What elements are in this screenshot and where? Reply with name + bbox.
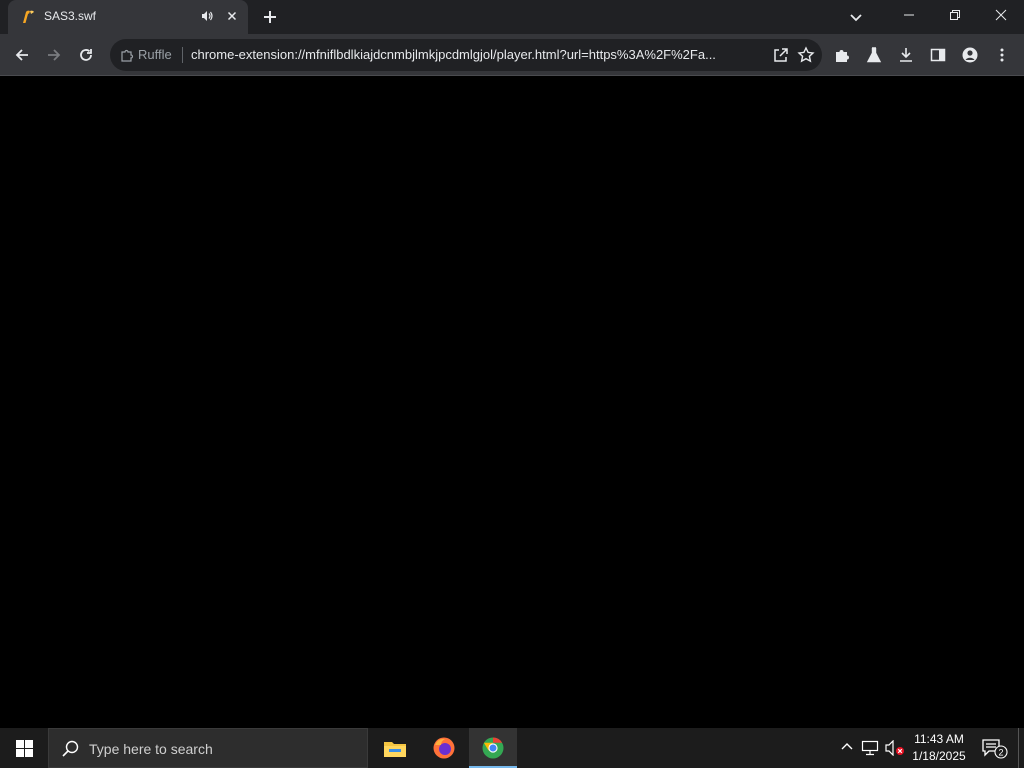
close-icon	[995, 9, 1007, 21]
tab-strip: SAS3.swf	[0, 0, 1024, 34]
profile-icon	[962, 47, 978, 63]
plus-icon	[264, 11, 276, 23]
extensions-button[interactable]	[828, 41, 856, 69]
download-button[interactable]	[892, 41, 920, 69]
extensions-icon	[836, 50, 849, 62]
file-explorer-icon	[384, 742, 406, 757]
menu-button[interactable]	[988, 41, 1016, 69]
forward-button[interactable]	[40, 41, 68, 69]
minimize-button[interactable]	[886, 0, 932, 30]
reload-button[interactable]	[72, 41, 100, 69]
search-placeholder: Type here to search	[89, 741, 213, 757]
chevron-up-icon	[841, 743, 853, 750]
back-arrow-icon	[15, 49, 28, 61]
notification-count: 2	[998, 748, 1003, 758]
windows-logo-icon	[16, 740, 33, 757]
firefox-button[interactable]	[420, 728, 468, 768]
file-explorer-button[interactable]	[371, 728, 419, 768]
clock[interactable]: 11:43 AM 1/18/2025	[906, 731, 972, 765]
minimize-icon	[904, 14, 914, 16]
address-bar[interactable]: Ruffle chrome-extension://mfniflbdlkiajd…	[110, 39, 822, 71]
star-icon[interactable]	[797, 46, 815, 69]
notification-icon: 2	[982, 739, 1008, 759]
labs-button[interactable]	[860, 41, 888, 69]
close-window-button[interactable]	[978, 0, 1024, 30]
side-panel-icon	[930, 48, 946, 62]
speaker-playing-icon[interactable]	[200, 9, 214, 23]
restore-icon	[950, 10, 960, 20]
search-icon	[62, 740, 79, 757]
site-chip-label[interactable]: Ruffle	[138, 47, 172, 62]
taskbar-search-box[interactable]: Type here to search	[48, 728, 368, 768]
show-hidden-icons-button[interactable]	[838, 728, 856, 768]
network-button[interactable]	[860, 728, 880, 768]
omnibox-divider	[182, 47, 183, 63]
clock-time: 11:43 AM	[914, 732, 964, 746]
start-button[interactable]	[0, 728, 48, 768]
back-button[interactable]	[8, 41, 36, 69]
action-center-button[interactable]: 2	[978, 728, 1012, 768]
url-text[interactable]: chrome-extension://mfniflbdlkiajdcnmbjlm…	[191, 47, 763, 62]
reload-icon	[80, 49, 92, 61]
download-icon	[900, 48, 912, 62]
forward-arrow-icon	[48, 49, 61, 61]
volume-muted-icon	[885, 740, 904, 756]
share-icon[interactable]	[772, 46, 790, 69]
tab-title: SAS3.swf	[44, 9, 97, 23]
tab-sas3[interactable]: SAS3.swf	[8, 0, 248, 34]
profile-button[interactable]	[956, 41, 984, 69]
network-icon	[861, 740, 879, 756]
labs-icon	[866, 47, 882, 63]
close-icon[interactable]	[224, 8, 240, 24]
windows-taskbar: Type here to search 11:43 AM 1/18/2025 2	[0, 728, 1024, 768]
ruffle-player-area[interactable]	[0, 77, 1024, 728]
firefox-icon	[433, 737, 455, 759]
new-tab-button[interactable]	[258, 5, 282, 29]
chrome-button[interactable]	[469, 728, 517, 768]
side-panel-button[interactable]	[924, 41, 952, 69]
show-desktop-button[interactable]	[1018, 728, 1024, 768]
chrome-icon	[482, 737, 504, 759]
chevron-down-icon	[850, 14, 862, 22]
extension-puzzle-icon[interactable]	[120, 48, 134, 67]
restore-button[interactable]	[932, 0, 978, 30]
browser-toolbar: Ruffle chrome-extension://mfniflbdlkiajd…	[0, 34, 1024, 76]
clock-date: 1/18/2025	[912, 749, 966, 763]
tab-search-button[interactable]	[844, 5, 868, 29]
menu-icon	[1000, 48, 1004, 62]
ruffle-icon	[20, 9, 36, 25]
volume-button[interactable]	[884, 728, 906, 768]
